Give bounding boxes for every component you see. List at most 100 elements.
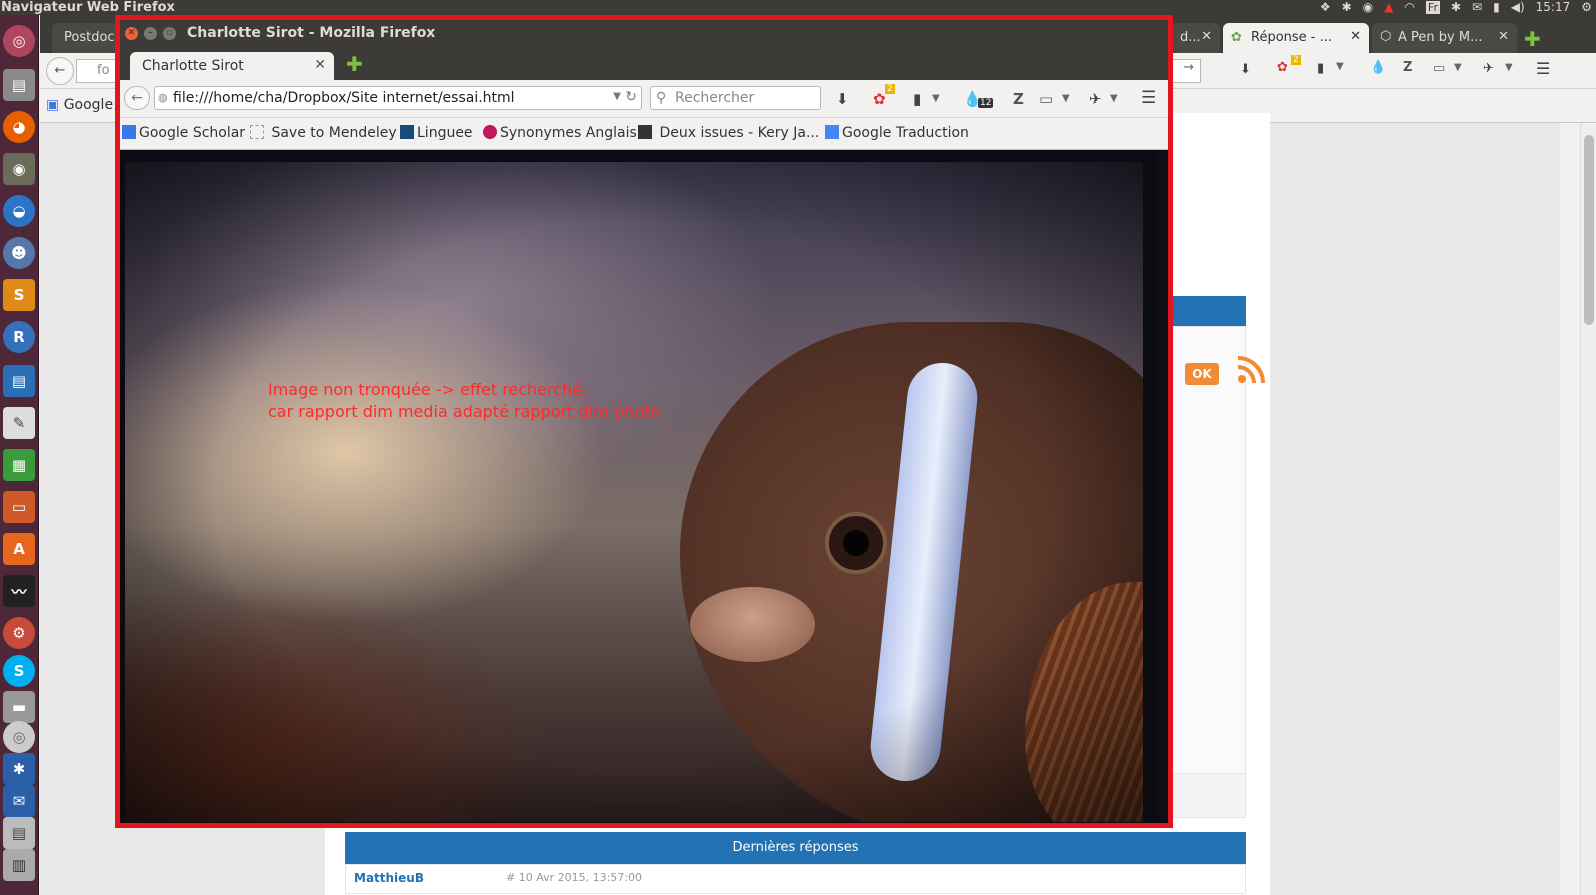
background-scrollbar[interactable]	[1580, 123, 1596, 895]
menu-icon[interactable]: ☰	[1141, 88, 1156, 108]
tab-charlotte-sirot[interactable]: Charlotte Sirot ✕	[130, 52, 334, 80]
photo-vignette	[125, 162, 1143, 822]
reply-author[interactable]: MatthieuB	[354, 871, 424, 885]
clock[interactable]: 15:17	[1536, 0, 1571, 15]
tab-label: d...	[1180, 30, 1201, 45]
addon-icon[interactable]: ✈	[1483, 61, 1494, 76]
background-tab-reponse[interactable]: ✿ Réponse - ... ✕	[1223, 23, 1369, 53]
dropdown-icon[interactable]: ▼	[1336, 61, 1344, 72]
back-button[interactable]: ←	[46, 57, 74, 85]
ubuntu-dash-icon[interactable]: ◎	[3, 25, 35, 57]
text-editor-icon[interactable]: ✎	[3, 407, 35, 439]
bookmark-synonymes[interactable]: Synonymes Anglais	[483, 125, 637, 141]
alert-icon[interactable]: ▲	[1384, 0, 1393, 15]
background-tab-2[interactable]: d... ✕	[1168, 23, 1220, 53]
synonym-icon	[483, 125, 497, 139]
writer-icon[interactable]: ▤	[3, 365, 35, 397]
close-tab-icon[interactable]: ✕	[314, 57, 326, 73]
search-input[interactable]: ⚲ Rechercher	[650, 86, 821, 110]
thunderbird-launcher-icon[interactable]: ◒	[3, 195, 35, 227]
clipboard-dropdown-icon[interactable]: ▼	[932, 93, 940, 104]
ok-button[interactable]: OK	[1185, 363, 1219, 385]
app-title: Navigateur Web Firefox	[1, 0, 175, 15]
url-bar[interactable]: ◍ file:///home/cha/Dropbox/Site internet…	[154, 86, 642, 110]
bookmark-linguee[interactable]: Linguee	[400, 125, 473, 141]
skype-icon[interactable]: S	[3, 655, 35, 687]
bookmark-google-traduction[interactable]: Google Traduction	[825, 125, 969, 141]
google-scholar-bookmark[interactable]: ▣ Google	[46, 97, 113, 113]
url-history-dropdown-icon[interactable]: ▼	[613, 91, 621, 102]
addon-dropdown-icon[interactable]: ▼	[1505, 62, 1513, 73]
thunderbird-icon[interactable]: ◉	[1363, 0, 1373, 15]
window-titlebar: ✕ – ▫ Charlotte Sirot - Mozilla Firefox	[120, 20, 1168, 48]
mail-icon[interactable]: ✉	[1472, 0, 1482, 15]
volume-icon[interactable]: ◀)	[1511, 0, 1525, 15]
maximize-window-icon[interactable]: ▫	[163, 27, 176, 40]
bookmark-mendeley[interactable]: Save to Mendeley	[250, 125, 397, 141]
mail-launcher-icon[interactable]: ✉	[3, 785, 35, 817]
google-scholar-icon: ▣	[46, 97, 60, 113]
drive-icon[interactable]: ▬	[3, 691, 35, 723]
zotero-icon[interactable]: Z	[1013, 90, 1024, 108]
addon-dropdown-icon[interactable]: ▼	[1110, 93, 1118, 104]
music-icon	[638, 125, 652, 139]
background-url-bar[interactable]: fo	[76, 59, 116, 83]
system-monitor-icon[interactable]: 〰	[3, 575, 35, 607]
calc-icon[interactable]: ▦	[3, 449, 35, 481]
download-icon[interactable]: ⬇	[836, 90, 849, 108]
printer-icon[interactable]: ▤	[3, 817, 35, 849]
close-tab-icon[interactable]: ✕	[1498, 29, 1509, 44]
page-scrollbar[interactable]	[1158, 150, 1168, 823]
bluetooth-icon-2[interactable]: ✱	[1451, 0, 1461, 15]
rss-icon[interactable]	[1236, 355, 1266, 385]
tab-label: Charlotte Sirot	[142, 58, 244, 74]
forum-panel	[1170, 326, 1246, 776]
close-tab-icon[interactable]: ✕	[1350, 29, 1361, 44]
addon-icon[interactable]: ✈	[1089, 90, 1102, 108]
new-tab-button[interactable]: ✚	[346, 54, 363, 74]
back-button[interactable]: ←	[124, 86, 150, 110]
trash-icon[interactable]: ▥	[3, 849, 35, 881]
files-icon[interactable]: ▤	[3, 69, 35, 101]
settings-icon[interactable]: ⚙	[3, 617, 35, 649]
keyboard-layout[interactable]: Fr	[1425, 1, 1440, 14]
search-placeholder: Rechercher	[675, 90, 755, 106]
firefox-icon[interactable]: ◕	[3, 111, 35, 143]
software-center-icon[interactable]: A	[3, 533, 35, 565]
gear-icon[interactable]: ⚙	[1581, 0, 1592, 15]
extension-badge-icon[interactable]: ✿	[1277, 60, 1288, 75]
new-tab-button[interactable]: ✚	[1524, 27, 1541, 51]
impress-icon[interactable]: ▭	[3, 491, 35, 523]
bookmark-google-scholar[interactable]: Google Scholar	[122, 125, 245, 141]
page-viewport: Image non tronquée -> effet recherché, c…	[120, 150, 1168, 823]
bluetooth-launcher-icon[interactable]: ✱	[3, 753, 35, 785]
reader-icon[interactable]: ▭	[1433, 61, 1445, 76]
background-tab-pen[interactable]: ⬡ A Pen by M... ✕	[1372, 23, 1517, 53]
sublime-icon[interactable]: S	[3, 279, 35, 311]
r-icon[interactable]: R	[3, 321, 35, 353]
close-window-icon[interactable]: ✕	[125, 27, 138, 40]
scrollbar-thumb[interactable]	[1584, 135, 1594, 325]
extension-badge-icon[interactable]: ✿	[873, 90, 886, 108]
reader-icon[interactable]: ▭	[1039, 90, 1053, 108]
disc-icon[interactable]: ◎	[3, 721, 35, 753]
reader-dropdown-icon[interactable]: ▼	[1454, 62, 1462, 73]
dropbox-icon[interactable]: ❖	[1320, 0, 1331, 15]
pidgin-icon[interactable]: ☻	[3, 237, 35, 269]
zotero-icon[interactable]: Z	[1403, 60, 1412, 75]
battery-icon[interactable]: ▮	[1493, 0, 1500, 15]
close-tab-icon[interactable]: ✕	[1201, 29, 1212, 44]
minimize-window-icon[interactable]: –	[144, 27, 157, 40]
reader-dropdown-icon[interactable]: ▼	[1062, 93, 1070, 104]
clipboard-icon[interactable]: ▮	[913, 90, 921, 108]
bluetooth-icon[interactable]: ✱	[1342, 0, 1352, 15]
bookmark-label: Save to Mendeley	[271, 125, 397, 141]
wifi-icon[interactable]: ◠	[1404, 0, 1414, 15]
gimp-icon[interactable]: ◉	[3, 153, 35, 185]
menu-icon[interactable]: ☰	[1536, 59, 1550, 78]
download-icon[interactable]: ⬇	[1240, 62, 1251, 77]
clipboard-icon[interactable]: ▮	[1317, 61, 1324, 76]
bookmark-deux-issues[interactable]: Deux issues - Kery Ja...	[638, 125, 819, 141]
drop-icon[interactable]: 💧	[1370, 60, 1386, 75]
reload-icon[interactable]: ↻	[625, 89, 637, 105]
